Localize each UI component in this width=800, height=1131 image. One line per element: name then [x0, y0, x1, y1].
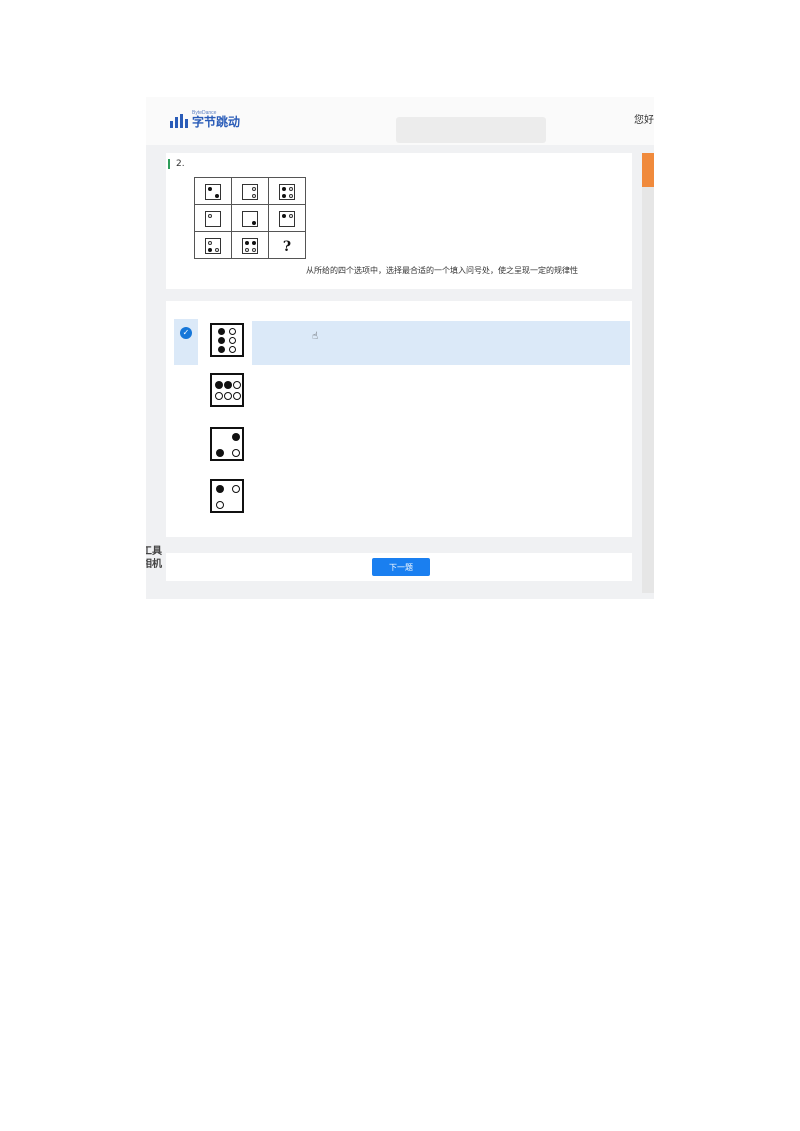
cell-figure [242, 238, 258, 254]
logo-chinese-text: 字节跳动 [192, 115, 241, 129]
bytedance-logo: ByteDance 字节跳动 [170, 111, 240, 128]
option-a[interactable]: ✓ ☝ [166, 319, 632, 365]
logo-bars-icon [170, 114, 188, 128]
checkmark-icon: ✓ [180, 327, 192, 339]
matrix-cell [231, 204, 269, 232]
cell-figure [279, 211, 295, 227]
matrix-cell [194, 204, 232, 232]
matrix-cell [268, 204, 306, 232]
scrollbar-thumb[interactable] [642, 153, 654, 187]
top-header: ByteDance 字节跳动 您好 [146, 97, 654, 145]
option-b-figure [210, 373, 244, 407]
options-panel: ✓ ☝ [166, 301, 632, 537]
question-marker [168, 159, 170, 169]
footer-bar: 下一题 [166, 553, 632, 581]
option-highlight [252, 321, 630, 365]
user-greeting[interactable]: 您好 [634, 111, 654, 126]
matrix-cell [231, 177, 269, 205]
question-mark: ? [282, 238, 292, 255]
next-question-button[interactable]: 下一题 [372, 558, 430, 576]
matrix-cell [268, 177, 306, 205]
app-window: ByteDance 字节跳动 您好 2. ? 从所给的四个选项中，选择最合适的一… [146, 97, 654, 599]
watermark-line2: 相机 [146, 559, 162, 570]
blurred-region [396, 117, 546, 143]
option-d-figure [210, 479, 244, 513]
option-c[interactable] [166, 423, 632, 469]
option-highlight-left [174, 319, 198, 365]
matrix-cell-unknown: ? [268, 231, 306, 259]
pointer-cursor-icon: ☝ [312, 331, 319, 342]
question-number: 2. [176, 159, 185, 169]
watermark-line1: 工具 [146, 546, 162, 557]
question-text: 从所给的四个选项中，选择最合适的一个填入问号处，使之呈现一定的规律性 [306, 266, 578, 275]
cell-figure [205, 238, 221, 254]
camera-watermark: 工具 相机 [146, 545, 162, 571]
option-c-figure [210, 427, 244, 461]
cell-figure [242, 211, 258, 227]
option-a-figure [210, 323, 244, 357]
option-d[interactable] [166, 475, 632, 521]
option-b[interactable] [166, 369, 632, 415]
cell-figure [279, 184, 295, 200]
question-panel: 2. ? 从所给的四个选项中，选择最合适的一个填入问号处，使之呈现一定的规律性 [166, 153, 632, 289]
cell-figure [205, 184, 221, 200]
matrix-cell [194, 231, 232, 259]
matrix-cell [231, 231, 269, 259]
cell-figure [205, 211, 221, 227]
scrollbar-track[interactable] [642, 153, 654, 593]
matrix-cell [194, 177, 232, 205]
figure-matrix: ? [194, 177, 306, 259]
cell-figure [242, 184, 258, 200]
